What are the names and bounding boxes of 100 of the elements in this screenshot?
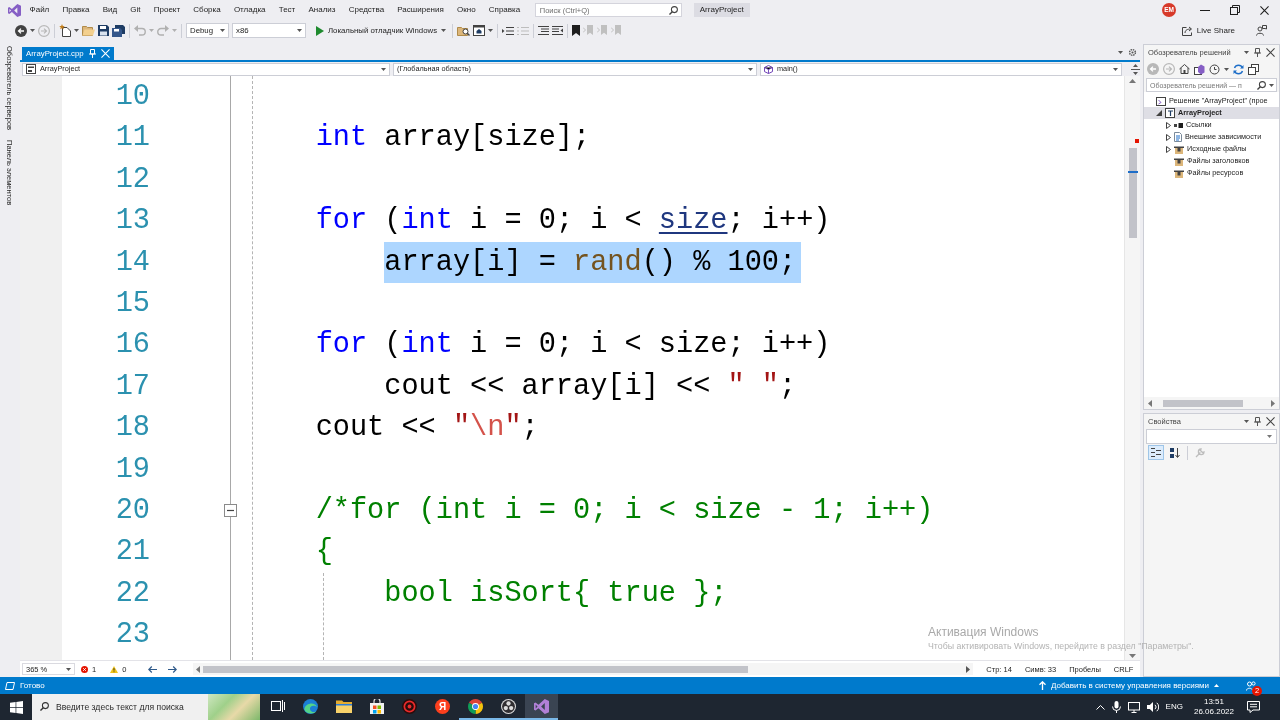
menu-item[interactable]: Правка [55, 3, 97, 17]
caret-icon[interactable] [30, 29, 35, 32]
bookmark-icon[interactable] [572, 25, 581, 36]
step-list-icon[interactable] [502, 25, 515, 36]
caret-icon[interactable] [74, 29, 79, 32]
arrow-right-icon[interactable] [168, 665, 178, 673]
scrollbar-thumb[interactable] [203, 665, 749, 673]
caret-icon [381, 67, 386, 71]
collapse-arrow-icon[interactable] [1156, 110, 1162, 116]
scroll-left-icon[interactable] [196, 665, 201, 673]
sort-icon[interactable] [1170, 447, 1180, 458]
line-number: 23 [115, 617, 150, 654]
categorized-button[interactable] [1148, 445, 1164, 460]
new-item-icon[interactable] [59, 24, 71, 37]
line-number: 12 [115, 161, 150, 198]
notification-center-icon[interactable] [1247, 701, 1260, 713]
clock-time[interactable]: 13:51 [1193, 697, 1234, 707]
menu-item[interactable]: Отладка [227, 3, 273, 17]
code-line: for (int i = 0; i < size; i++) [315, 203, 831, 240]
menu-item[interactable]: Анализ [301, 3, 343, 17]
menu-item[interactable]: Сборка [186, 3, 228, 17]
microphone-icon[interactable] [1111, 701, 1121, 713]
menu-item[interactable]: Вид [96, 3, 124, 17]
app-logo-icon[interactable] [8, 3, 21, 17]
language-indicator[interactable]: ENG [1165, 702, 1183, 712]
pin-icon[interactable] [1254, 417, 1261, 426]
caret-marker-icon [1128, 171, 1138, 173]
settings-icon[interactable] [1128, 48, 1137, 57]
line-number: 20 [115, 492, 150, 529]
sync-icon[interactable] [1233, 63, 1244, 75]
line-number: 18 [115, 410, 150, 447]
ribbon-logo-icon [534, 698, 549, 714]
output-window-icon [5, 681, 15, 690]
caret-icon[interactable] [1244, 420, 1249, 423]
arrow-up-icon [1038, 681, 1046, 690]
network-icon[interactable] [1127, 701, 1140, 713]
menu-item[interactable]: Справка [482, 3, 527, 17]
line-number: 14 [115, 244, 150, 281]
horizontal-scrollbar[interactable] [193, 663, 974, 675]
menu-item[interactable]: Файл [23, 3, 56, 17]
caret-icon[interactable] [1244, 51, 1249, 54]
pages-icon[interactable] [1248, 63, 1259, 75]
feedback-icon[interactable] [1256, 25, 1267, 36]
expand-arrow-icon[interactable] [1165, 145, 1171, 153]
scroll-right-icon[interactable] [966, 665, 971, 673]
windows-logo-icon[interactable] [9, 700, 23, 714]
back-icon[interactable] [15, 24, 27, 37]
home-icon[interactable] [1179, 64, 1190, 74]
scroll-right-icon[interactable] [1271, 399, 1275, 407]
menu-item[interactable]: Средства [342, 3, 391, 17]
line-number: 21 [115, 534, 150, 571]
indent-lines-icon[interactable] [552, 26, 564, 35]
live-share-button[interactable]: Live Share [1181, 25, 1235, 36]
pin-icon[interactable] [1254, 48, 1261, 57]
people-icon[interactable] [1246, 680, 1256, 691]
close-icon[interactable] [1260, 5, 1269, 15]
save-icon[interactable] [98, 25, 109, 36]
minimize-icon[interactable] [1200, 9, 1210, 11]
caret-up-icon [1214, 684, 1219, 687]
caret-icon [748, 67, 753, 71]
switch-views-icon[interactable] [1194, 63, 1205, 75]
line-number: 11 [115, 120, 150, 157]
scroll-down-icon[interactable] [1129, 654, 1136, 658]
three-circles-icon [501, 698, 516, 714]
menu-item[interactable]: Расширения [390, 3, 451, 17]
folder-search-icon[interactable] [457, 24, 471, 37]
restore-icon[interactable] [1230, 5, 1240, 15]
menu-item[interactable]: Проект [147, 3, 187, 17]
lines-icon[interactable] [538, 26, 550, 35]
line-number: 13 [115, 203, 150, 240]
menu-item[interactable]: Git [123, 3, 148, 17]
caret-icon [441, 29, 447, 32]
caret-icon[interactable] [1224, 67, 1229, 71]
dependencies-icon [1174, 132, 1182, 142]
save-all-icon[interactable] [112, 24, 125, 37]
scroll-up-icon[interactable] [1129, 79, 1136, 83]
close-icon[interactable] [1266, 417, 1275, 426]
close-icon[interactable] [1266, 48, 1275, 57]
cube-icon [764, 64, 773, 74]
expand-arrow-icon[interactable] [1165, 121, 1171, 129]
caret-icon[interactable] [488, 29, 494, 32]
caret-icon[interactable] [1118, 51, 1123, 54]
window-icon[interactable] [473, 25, 486, 36]
arrow-left-icon[interactable] [148, 665, 158, 673]
taskbar-button[interactable]: Я [426, 694, 459, 720]
menu-item[interactable]: Окно [450, 3, 483, 17]
history-icon[interactable] [1209, 63, 1220, 75]
scrollbar-thumb[interactable] [1163, 399, 1243, 407]
clock-date[interactable]: 26.06.2022 [1193, 707, 1234, 717]
collapse-icon[interactable] [224, 503, 237, 517]
scroll-left-icon[interactable] [1148, 399, 1152, 407]
expand-arrow-icon[interactable] [1165, 133, 1171, 141]
menu-item[interactable]: Тест [272, 3, 302, 17]
caret-icon [1269, 83, 1274, 87]
split-icon[interactable] [1131, 63, 1140, 75]
speaker-icon[interactable] [1146, 701, 1159, 713]
taskbar-search-field[interactable]: Введите здесь текст для поиска [32, 694, 208, 720]
source-control-button[interactable]: Добавить в систему управления версиями [1038, 680, 1219, 691]
scrollbar-thumb[interactable] [1129, 148, 1137, 238]
chevron-up-icon[interactable] [1095, 704, 1105, 710]
